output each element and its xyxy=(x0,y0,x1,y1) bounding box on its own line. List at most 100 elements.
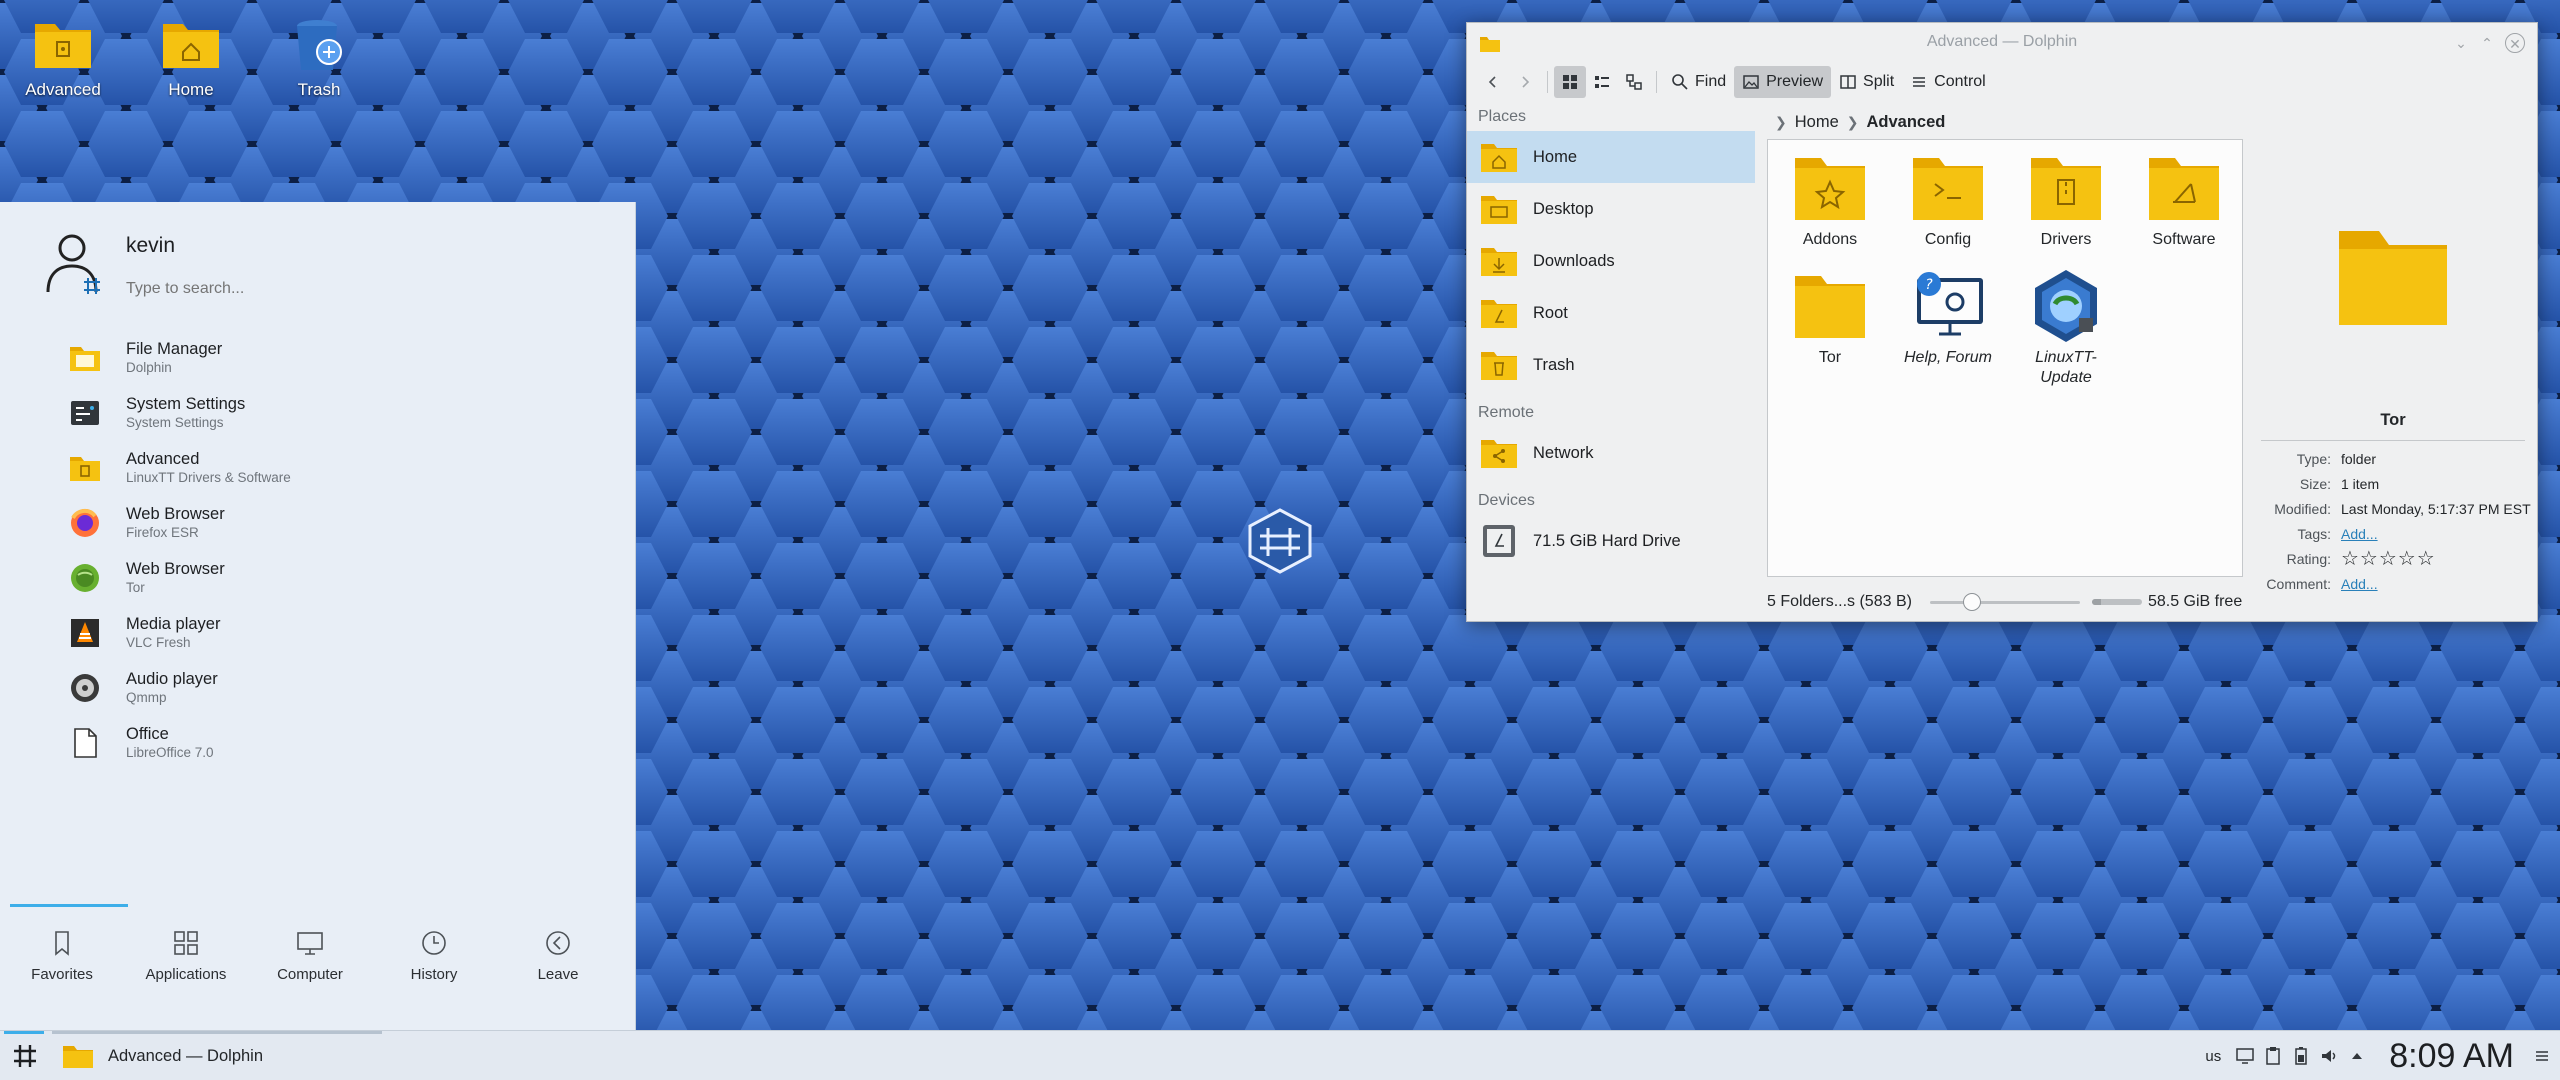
display-icon[interactable] xyxy=(2235,1046,2255,1066)
split-view-icon xyxy=(1840,75,1856,89)
file-item-tor[interactable]: Tor xyxy=(1774,268,1886,368)
control-menu-button[interactable]: Control xyxy=(1902,66,1994,98)
system-settings-icon xyxy=(71,400,99,425)
places-item-trash[interactable]: Trash xyxy=(1467,339,1755,391)
clock[interactable]: 8:09 AM xyxy=(2389,1037,2514,1076)
remote-section-header: Remote xyxy=(1478,404,1535,421)
info-row-modified: Modified: Last Monday, 5:17:37 PM EST xyxy=(2253,497,2533,522)
zoom-slider-handle[interactable] xyxy=(1962,593,1981,611)
dolphin-toolbar: Find Preview Split Control xyxy=(1467,63,2537,101)
folder-summary: 5 Folders...s (583 B) xyxy=(1767,593,1912,610)
advanced-folder-icon xyxy=(70,456,100,481)
tab-favorites[interactable]: Favorites xyxy=(0,928,124,983)
add-comment-link[interactable]: Add... xyxy=(2341,572,2378,597)
tab-computer[interactable]: Computer xyxy=(248,928,372,983)
rating-stars[interactable]: ☆☆☆☆☆ xyxy=(2341,547,2436,572)
folder-root-icon xyxy=(1481,300,1517,328)
firefox-icon xyxy=(71,508,99,537)
icons-view-icon xyxy=(1563,75,1577,89)
zoom-slider[interactable] xyxy=(1929,592,2080,612)
forward-button[interactable] xyxy=(1509,66,1541,98)
split-button[interactable]: Split xyxy=(1831,66,1902,98)
launcher-item-system-settings[interactable]: System Settings System Settings xyxy=(0,385,636,440)
tray-expand-arrow-icon[interactable] xyxy=(2347,1046,2367,1066)
tab-label: Favorites xyxy=(31,966,93,983)
system-tray: us 8:09 AM xyxy=(2205,1031,2560,1080)
split-label: Split xyxy=(1863,73,1895,90)
places-item-network[interactable]: Network xyxy=(1467,427,1755,479)
volume-icon[interactable] xyxy=(2319,1046,2339,1066)
preview-button[interactable]: Preview xyxy=(1734,66,1832,98)
file-item-software[interactable]: Software xyxy=(2128,150,2240,250)
launcher-item-vlc[interactable]: Media player VLC Fresh xyxy=(0,605,636,660)
desktop-icon-advanced[interactable]: Advanced xyxy=(8,12,118,100)
linuxtt-update-icon xyxy=(2035,270,2097,342)
places-item-label: Downloads xyxy=(1533,251,1615,270)
tab-leave[interactable]: Leave xyxy=(496,928,620,983)
info-value: folder xyxy=(2341,451,2377,467)
file-item-label: Tor xyxy=(1818,349,1842,366)
hamburger-menu-icon xyxy=(1913,77,1926,87)
places-section-header: Places xyxy=(1478,108,1527,125)
bookmark-icon xyxy=(55,931,69,956)
launcher-item-title: File Manager xyxy=(126,340,223,358)
clipboard-icon[interactable] xyxy=(2263,1046,2283,1066)
window-titlebar[interactable]: Advanced — Dolphin ⌄ ⌃ ✕ xyxy=(1467,23,2537,63)
launcher-search-input[interactable] xyxy=(126,280,566,298)
launcher-item-advanced[interactable]: Advanced LinuxTT Drivers & Software xyxy=(0,440,636,495)
add-tags-link[interactable]: Add... xyxy=(2341,522,2378,547)
file-item-config[interactable]: Config xyxy=(1892,150,2004,250)
details-view-icon xyxy=(1626,74,1642,90)
info-row-rating: Rating: ☆☆☆☆☆ xyxy=(2253,547,2533,572)
icons-view-button[interactable] xyxy=(1554,66,1586,98)
breadcrumb-current[interactable]: Advanced xyxy=(1866,113,1945,132)
desktop-icon-trash[interactable]: Trash xyxy=(264,12,374,100)
launcher-item-firefox[interactable]: Web Browser Firefox ESR xyxy=(0,495,636,550)
battery-icon[interactable] xyxy=(2291,1046,2311,1066)
applications-grid-icon xyxy=(174,931,198,955)
file-item-drivers[interactable]: Drivers xyxy=(2010,150,2122,250)
chevron-left-icon xyxy=(1488,76,1496,88)
panel-menu-icon[interactable] xyxy=(2532,1046,2552,1066)
desktop-icon-home[interactable]: Home xyxy=(136,12,246,100)
launcher-item-subtitle: Firefox ESR xyxy=(126,525,199,540)
find-button[interactable]: Find xyxy=(1663,66,1734,98)
hard-drive-icon xyxy=(1483,525,1515,557)
places-item-downloads[interactable]: Downloads xyxy=(1467,235,1755,287)
file-item-addons[interactable]: Addons xyxy=(1774,150,1886,250)
app-launcher-button[interactable] xyxy=(8,1039,42,1073)
places-item-home[interactable]: Home xyxy=(1467,131,1755,183)
tab-label: Applications xyxy=(145,966,227,983)
details-view-button[interactable] xyxy=(1618,66,1650,98)
places-item-label: Root xyxy=(1533,303,1568,322)
dolphin-window: Advanced — Dolphin ⌄ ⌃ ✕ Find Preview Sp… xyxy=(1466,22,2538,622)
launcher-item-tor-browser[interactable]: Web Browser Tor xyxy=(0,550,636,605)
places-item-root[interactable]: Root xyxy=(1467,287,1755,339)
folder-home-icon xyxy=(163,24,219,68)
info-key: Tags: xyxy=(2297,526,2331,542)
breadcrumb-home[interactable]: Home xyxy=(1795,113,1839,132)
maximize-button[interactable]: ⌃ xyxy=(2477,33,2497,53)
launcher-item-libreoffice[interactable]: Office LibreOffice 7.0 xyxy=(0,715,636,770)
back-button[interactable] xyxy=(1477,66,1509,98)
compact-view-icon xyxy=(1595,76,1609,88)
close-button[interactable]: ✕ xyxy=(2505,33,2525,53)
launcher-item-file-manager[interactable]: File Manager Dolphin xyxy=(0,330,636,385)
file-view[interactable]: Addons Config Drivers Software Tor ? Hel… xyxy=(1767,139,2243,577)
minimize-button[interactable]: ⌄ xyxy=(2451,33,2471,53)
keyboard-layout-indicator[interactable]: us xyxy=(2205,1048,2221,1065)
tab-applications[interactable]: Applications xyxy=(124,928,248,983)
file-item-linuxtt-update[interactable]: LinuxTT- Update xyxy=(2010,268,2122,388)
launcher-item-qmmp[interactable]: Audio player Qmmp xyxy=(0,660,636,715)
folder-star-icon xyxy=(1795,158,1865,220)
launcher-item-subtitle: LinuxTT Drivers & Software xyxy=(126,470,291,485)
tor-browser-icon xyxy=(71,563,99,592)
trash-icon xyxy=(297,20,342,70)
places-item-desktop[interactable]: Desktop xyxy=(1467,183,1755,235)
places-item-hard-drive[interactable]: 71.5 GiB Hard Drive xyxy=(1467,515,1755,567)
info-key: Rating: xyxy=(2286,551,2331,567)
compact-view-button[interactable] xyxy=(1586,66,1618,98)
tab-history[interactable]: History xyxy=(372,928,496,983)
file-item-help-forum[interactable]: ? Help, Forum xyxy=(1892,268,2004,368)
taskbar-task-dolphin[interactable]: Advanced — Dolphin xyxy=(52,1034,382,1078)
